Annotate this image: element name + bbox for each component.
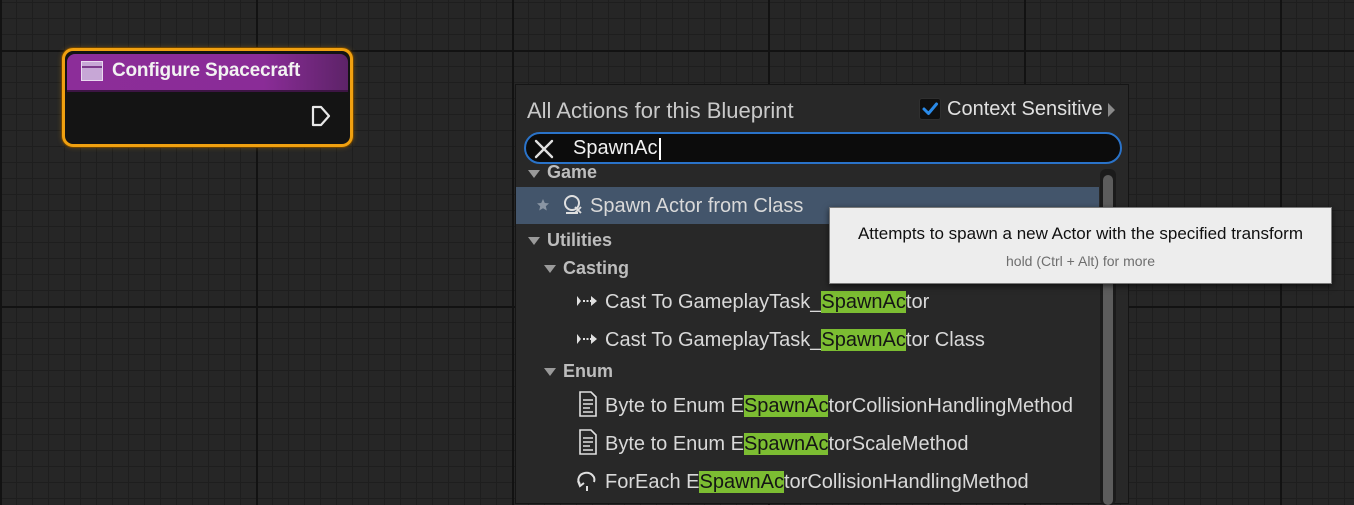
label-prefix: Byte to Enum E (605, 395, 744, 417)
function-icon (579, 429, 597, 455)
list-item-cast-to-spawnactor-class[interactable]: Cast To GameplayTask_SpawnActor Class (516, 320, 1099, 358)
event-icon (81, 61, 103, 81)
search-match-highlight: SpawnAc (821, 291, 906, 313)
search-match-highlight: SpawnAc (743, 433, 829, 455)
subcategory-enum[interactable]: Enum (516, 358, 1099, 386)
item-label: Spawn Actor from Class (590, 195, 804, 217)
item-label: Byte to Enum ESpawnActorCollisionHandlin… (605, 395, 1073, 418)
list-item-foreach-collision[interactable]: ForEach ESpawnActorCollisionHandlingMeth… (516, 462, 1099, 500)
star-icon[interactable] (536, 198, 550, 212)
label-suffix: tor Class (905, 329, 985, 351)
category-game[interactable]: Game (516, 165, 1099, 187)
cast-icon (577, 334, 597, 344)
label-prefix: ForEach E (605, 471, 700, 493)
label-suffix: torScaleMethod (828, 433, 969, 455)
category-label: Enum (563, 361, 614, 381)
menu-title: All Actions for this Blueprint (527, 98, 794, 123)
checkmark-icon (922, 102, 938, 115)
item-label: ForEach ESpawnActorCollisionHandlingMeth… (605, 471, 1029, 494)
category-label: Utilities (547, 230, 613, 250)
collapse-arrow-icon[interactable] (528, 170, 540, 178)
collapse-arrow-icon[interactable] (528, 237, 540, 245)
cast-icon (577, 296, 597, 306)
spawn-actor-icon (564, 195, 582, 214)
node-title: Configure Spacecraft (112, 60, 301, 81)
item-label: Byte to Enum ESpawnActorScaleMethod (605, 433, 969, 456)
label-prefix: Cast To GameplayTask_ (605, 291, 822, 313)
search-match-highlight: SpawnAc (821, 329, 906, 351)
list-item-byte-to-enum-scale[interactable]: Byte to Enum ESpawnActorScaleMethod (516, 424, 1099, 462)
search-match-highlight: SpawnAc (743, 395, 829, 417)
list-item-cast-to-spawnactor[interactable]: Cast To GameplayTask_SpawnActor (516, 282, 1099, 320)
label-prefix: Byte to Enum E (605, 433, 744, 455)
foreach-loop-icon (577, 471, 596, 491)
collapse-arrow-icon[interactable] (544, 368, 556, 376)
action-menu: All Actions for this Blueprint Context S… (515, 84, 1129, 505)
exec-output-pin-icon[interactable] (311, 105, 331, 127)
label-suffix: torCollisionHandlingMethod (828, 395, 1074, 417)
clear-search-icon[interactable] (533, 138, 555, 160)
tooltip-text: Attempts to spawn a new Actor with the s… (857, 224, 1304, 243)
context-sensitive-label[interactable]: Context Sensitive (947, 98, 1103, 121)
event-node-configure-spacecraft[interactable]: Configure Spacecraft (62, 48, 353, 147)
collapse-arrow-icon[interactable] (544, 265, 556, 273)
item-label: Cast To GameplayTask_SpawnActor (605, 291, 929, 314)
function-icon (579, 391, 597, 417)
text-caret (659, 138, 661, 160)
node-header[interactable]: Configure Spacecraft (67, 54, 348, 92)
action-tooltip: Attempts to spawn a new Actor with the s… (829, 207, 1332, 284)
search-value[interactable]: SpawnAc (573, 137, 658, 160)
tooltip-hint: hold (Ctrl + Alt) for more (1006, 253, 1155, 269)
category-label: Game (547, 165, 598, 182)
search-input[interactable]: SpawnAc (524, 132, 1122, 164)
label-suffix: tor (905, 291, 930, 313)
expand-arrow-icon[interactable] (1108, 103, 1115, 117)
list-item-byte-to-enum-collision[interactable]: Byte to Enum ESpawnActorCollisionHandlin… (516, 386, 1099, 424)
label-suffix: torCollisionHandlingMethod (783, 471, 1029, 493)
label-prefix: Cast To GameplayTask_ (605, 329, 822, 351)
category-label: Casting (563, 258, 630, 278)
search-match-highlight: SpawnAc (699, 471, 784, 493)
context-sensitive-checkbox[interactable] (919, 98, 941, 120)
item-label: Cast To GameplayTask_SpawnActor Class (605, 329, 985, 352)
